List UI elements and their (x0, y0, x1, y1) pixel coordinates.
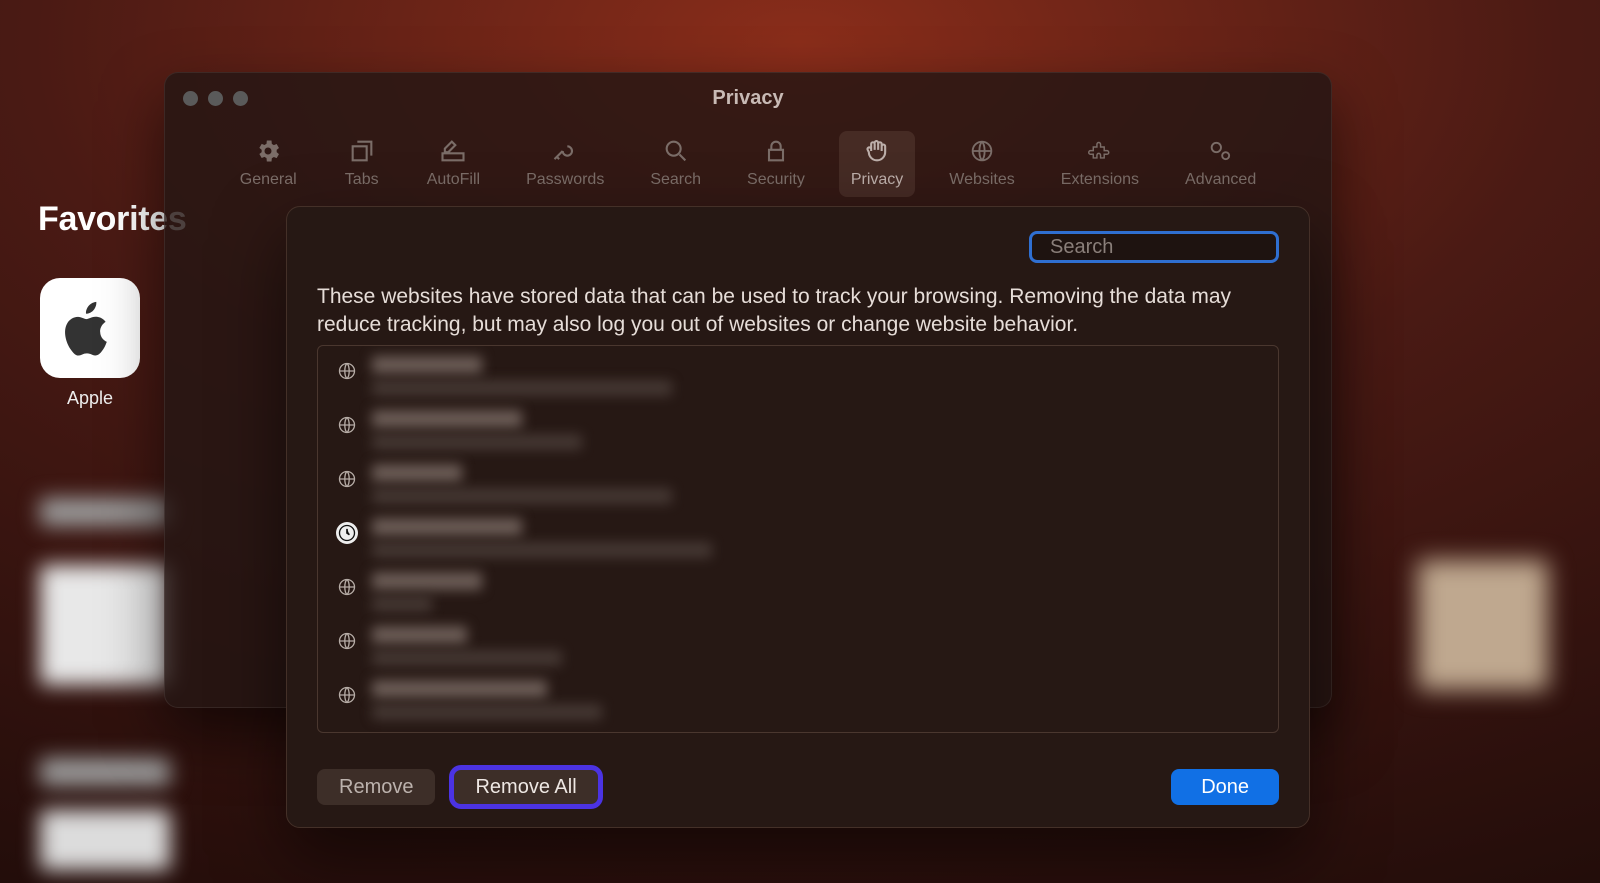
search-icon (662, 137, 690, 165)
redacted-area (40, 758, 170, 786)
key-icon (551, 137, 579, 165)
tab-security[interactable]: Security (735, 131, 817, 197)
hand-icon (863, 137, 891, 165)
puzzle-icon (1086, 137, 1114, 165)
tab-extensions-label: Extensions (1061, 171, 1139, 189)
preferences-toolbar: General Tabs AutoFill Passwords Search S… (165, 131, 1331, 203)
apple-logo-icon (62, 300, 118, 356)
tab-privacy-label: Privacy (851, 171, 903, 189)
gear-icon (254, 137, 282, 165)
tab-tabs[interactable]: Tabs (331, 131, 393, 197)
gears-icon (1207, 137, 1235, 165)
tab-tabs-label: Tabs (345, 171, 379, 189)
tab-autofill[interactable]: AutoFill (415, 131, 492, 197)
globe-icon (336, 414, 358, 436)
redacted-area (40, 565, 170, 685)
redacted-area (40, 810, 170, 870)
tab-general-label: General (240, 171, 297, 189)
list-item[interactable] (318, 670, 1278, 724)
sheet-description: These websites have stored data that can… (317, 283, 1279, 340)
list-item[interactable] (318, 562, 1278, 616)
done-button[interactable]: Done (1171, 769, 1279, 805)
tab-extensions[interactable]: Extensions (1049, 131, 1151, 197)
list-item[interactable] (318, 400, 1278, 454)
desktop: Favorites Apple Privacy General Tabs (0, 0, 1600, 883)
list-item[interactable] (318, 616, 1278, 670)
manage-website-data-sheet: These websites have stored data that can… (286, 206, 1310, 828)
remove-button[interactable]: Remove (317, 769, 435, 805)
tab-security-label: Security (747, 171, 805, 189)
redacted-area (1418, 560, 1548, 690)
globe-icon (336, 468, 358, 490)
tab-general[interactable]: General (228, 131, 309, 197)
website-data-list[interactable] (317, 345, 1279, 733)
globe-icon (336, 360, 358, 382)
sheet-button-row: Remove Remove All Done (317, 769, 1279, 805)
globe-icon (336, 684, 358, 706)
lock-icon (762, 137, 790, 165)
window-title: Privacy (165, 87, 1331, 110)
tab-autofill-label: AutoFill (427, 171, 480, 189)
tab-search-label: Search (650, 171, 701, 189)
search-field-wrap[interactable] (1029, 231, 1279, 263)
favorite-label-apple: Apple (40, 388, 140, 409)
tabs-icon (348, 137, 376, 165)
tab-search[interactable]: Search (638, 131, 713, 197)
clock-icon (336, 522, 358, 544)
list-item[interactable] (318, 346, 1278, 400)
search-input[interactable] (1050, 236, 1310, 259)
globe-icon (336, 576, 358, 598)
redacted-area (40, 498, 170, 526)
globe-icon (336, 630, 358, 652)
globe-icon (968, 137, 996, 165)
tab-websites-label: Websites (949, 171, 1015, 189)
remove-all-button[interactable]: Remove All (453, 769, 598, 805)
pencil-field-icon (439, 137, 467, 165)
tab-passwords-label: Passwords (526, 171, 604, 189)
tab-websites[interactable]: Websites (937, 131, 1027, 197)
tab-privacy[interactable]: Privacy (839, 131, 915, 197)
list-item[interactable] (318, 508, 1278, 562)
tab-advanced-label: Advanced (1185, 171, 1256, 189)
tab-advanced[interactable]: Advanced (1173, 131, 1268, 197)
favorite-tile-apple[interactable] (40, 278, 140, 378)
tab-passwords[interactable]: Passwords (514, 131, 616, 197)
list-item[interactable] (318, 454, 1278, 508)
